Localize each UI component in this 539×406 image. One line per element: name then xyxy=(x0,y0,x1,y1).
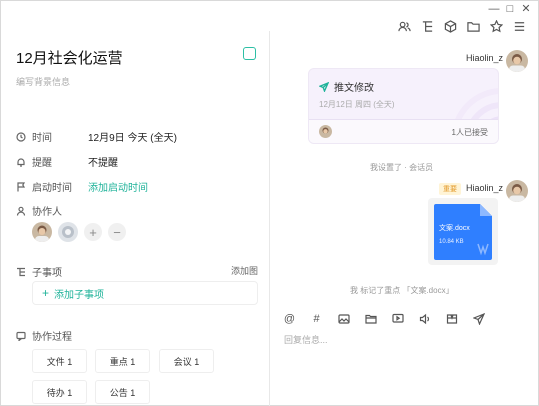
at-icon[interactable]: @ xyxy=(283,312,296,325)
send-icon[interactable] xyxy=(472,312,485,325)
app-window: — □ ✕ 12月社会化运营 编写背景信息 时间 12月9日 今天 (全天) 提… xyxy=(0,0,539,406)
add-subtask-button[interactable]: + 添加子事项 xyxy=(32,281,258,305)
chip-todos[interactable]: 待办 1 xyxy=(32,380,87,404)
chat-icon xyxy=(16,331,26,342)
add-start-time-link[interactable]: 添加启动时间 xyxy=(88,179,148,194)
avatar[interactable] xyxy=(32,222,52,242)
plus-icon: + xyxy=(42,286,50,300)
time-label: 时间 xyxy=(32,133,52,144)
clock-icon xyxy=(16,131,26,142)
task-title[interactable]: 12月社会化运营 xyxy=(16,47,123,68)
send-icon xyxy=(319,81,329,92)
chip-files[interactable]: 文件 1 xyxy=(32,349,87,373)
template-icon[interactable] xyxy=(445,312,458,325)
complete-checkbox[interactable] xyxy=(243,47,256,60)
chip-announcements[interactable]: 公告 1 xyxy=(95,380,150,404)
description-input[interactable]: 编写背景信息 xyxy=(16,75,70,88)
collaborator-list: + − xyxy=(32,222,126,242)
card-date: 12月12日 周四 (全天) xyxy=(319,100,395,109)
add-subtask-label: 添加子事项 xyxy=(54,289,105,301)
collaborators-label: 协作人 xyxy=(32,207,62,218)
system-message: 我设置了 · 会话员 xyxy=(370,163,434,172)
reminder-label: 提醒 xyxy=(32,158,52,169)
composer-toolbar: @ # xyxy=(283,312,485,325)
reminder-row[interactable]: 提醒 不提醒 xyxy=(16,154,118,169)
accepted-count[interactable]: 1人已接受 xyxy=(452,127,488,138)
add-collaborator-button[interactable]: + xyxy=(84,223,102,241)
screen-icon[interactable] xyxy=(391,312,404,325)
avatar[interactable] xyxy=(58,222,78,242)
bell-icon xyxy=(16,157,26,167)
chip-meetings[interactable]: 会议 1 xyxy=(159,349,214,373)
collaborators-row: 协作人 xyxy=(16,203,88,218)
chip-highlights[interactable]: 重点 1 xyxy=(95,349,150,373)
folder-icon[interactable] xyxy=(364,312,377,325)
time-value[interactable]: 12月9日 今天 (全天) xyxy=(88,129,177,144)
hash-icon[interactable]: # xyxy=(310,312,323,325)
start-time-label: 启动时间 xyxy=(32,183,72,194)
card-title: 推文修改 xyxy=(319,79,374,94)
avatar xyxy=(319,125,332,138)
card-title-text: 推文修改 xyxy=(334,83,374,94)
avatar[interactable] xyxy=(506,50,528,72)
voice-icon[interactable] xyxy=(418,312,431,325)
chat-panel: Hiaolin_z 推文修改 12月12日 周四 (全天) 1人已接受 我设置了… xyxy=(270,31,539,406)
close-button[interactable]: ✕ xyxy=(519,3,533,15)
file-name: 文案.docx xyxy=(439,225,470,232)
subtask-icon xyxy=(16,267,26,277)
subtasks-row: 子事项 xyxy=(16,264,88,279)
reply-input[interactable]: 回复信息... xyxy=(284,333,328,346)
reminder-value[interactable]: 不提醒 xyxy=(88,154,118,169)
file-size: 10.84 KB xyxy=(439,239,464,245)
task-detail-panel: 12月社会化运营 编写背景信息 时间 12月9日 今天 (全天) 提醒 不提醒 … xyxy=(1,31,269,406)
image-icon[interactable] xyxy=(337,312,350,325)
process-label: 协作过程 xyxy=(32,332,72,343)
sender-name: Hiaolin_z xyxy=(466,183,504,193)
time-row[interactable]: 时间 12月9日 今天 (全天) xyxy=(16,129,177,144)
flag-icon xyxy=(16,181,26,192)
minimize-button[interactable]: — xyxy=(487,3,501,15)
process-row: 协作过程 xyxy=(16,328,88,343)
system-message: 我 标记了重点 「文案.docx」 xyxy=(350,286,454,295)
task-card-message[interactable]: 推文修改 12月12日 周四 (全天) 1人已接受 xyxy=(308,68,499,144)
maximize-button[interactable]: □ xyxy=(503,3,517,15)
avatar[interactable] xyxy=(506,180,528,202)
important-tag: 重要 xyxy=(439,183,461,195)
remove-collaborator-button[interactable]: − xyxy=(108,223,126,241)
subtasks-label: 子事项 xyxy=(32,268,62,279)
start-time-row[interactable]: 启动时间 添加启动时间 xyxy=(16,179,148,194)
card-footer: 1人已接受 xyxy=(309,119,498,143)
subtask-view-link[interactable]: 添加图 xyxy=(231,264,258,277)
file-message[interactable]: 文案.docx 10.84 KB xyxy=(428,198,498,265)
sender-name: Hiaolin_z xyxy=(466,53,504,63)
person-icon xyxy=(16,206,26,216)
